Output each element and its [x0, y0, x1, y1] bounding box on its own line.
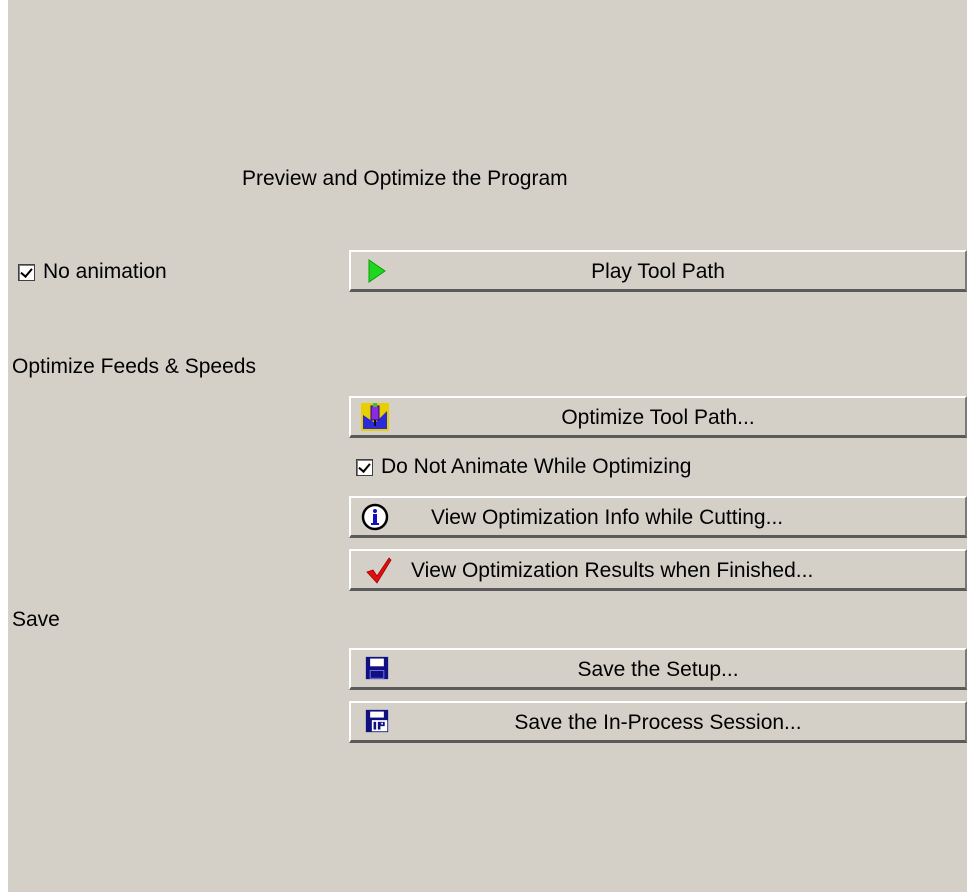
no-animation-label: No animation	[43, 260, 167, 283]
no-animation-checkbox[interactable]: No animation	[18, 260, 167, 284]
checkbox-checked-icon[interactable]	[356, 458, 373, 476]
save-section-label: Save	[12, 608, 60, 631]
optimize-tool-path-label: Optimize Tool Path...	[561, 406, 755, 429]
view-optimization-info-button[interactable]: View Optimization Info while Cutting...	[349, 496, 967, 538]
optimize-section-label: Optimize Feeds & Speeds	[12, 355, 256, 378]
view-optimization-results-button[interactable]: View Optimization Results when Finished.…	[349, 549, 967, 591]
save-session-label: Save the In-Process Session...	[514, 711, 802, 734]
play-tool-path-label: Play Tool Path	[591, 260, 725, 283]
panel	[8, 0, 967, 892]
view-optimization-info-label: View Optimization Info while Cutting...	[431, 506, 784, 529]
optimize-tool-path-button[interactable]: Optimize Tool Path...	[349, 396, 967, 438]
view-optimization-results-label: View Optimization Results when Finished.…	[411, 559, 814, 582]
save-session-button[interactable]: Save the In-Process Session...	[349, 701, 967, 743]
info-icon	[361, 503, 389, 531]
page-title: Preview and Optimize the Program	[242, 167, 568, 190]
save-setup-button[interactable]: Save the Setup...	[349, 648, 967, 690]
checkbox-checked-icon[interactable]	[18, 263, 35, 281]
do-not-animate-label: Do Not Animate While Optimizing	[381, 455, 692, 478]
play-tool-path-button[interactable]: Play Tool Path	[349, 250, 967, 292]
checkmark-icon	[366, 557, 392, 584]
save-setup-label: Save the Setup...	[577, 658, 739, 681]
do-not-animate-checkbox[interactable]: Do Not Animate While Optimizing	[356, 455, 691, 479]
